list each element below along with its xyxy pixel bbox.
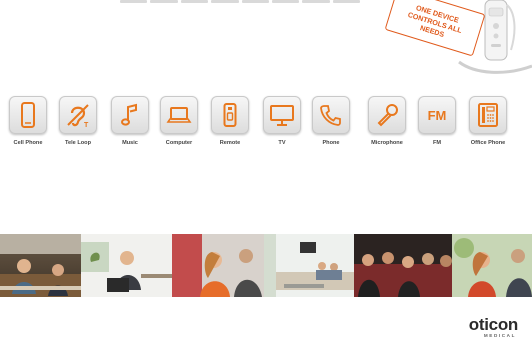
top-cropped-text [120, 0, 360, 4]
tile [263, 96, 301, 134]
svg-text:FM: FM [428, 108, 447, 123]
icon-label: FM [432, 140, 442, 146]
svg-text:T: T [84, 122, 89, 129]
icon-label: Office Phone [470, 140, 506, 146]
icon-item-fm[interactable]: FM FM [409, 96, 465, 146]
microphone-icon [377, 104, 398, 127]
icon-item-cell-phone[interactable]: Cell Phone [0, 96, 56, 146]
tile [111, 96, 149, 134]
tile [160, 96, 198, 134]
cell-phone-icon [21, 102, 35, 128]
logo-main-text: oticon [468, 315, 519, 334]
icon-item-office-phone[interactable]: Office Phone [460, 96, 516, 146]
icon-item-music[interactable]: Music [102, 96, 158, 146]
icon-item-phone[interactable]: Phone [303, 96, 359, 146]
icon-label: TV [278, 140, 286, 146]
audience-photo [354, 234, 452, 297]
icon-label: Microphone [371, 140, 403, 146]
icon-item-remote[interactable]: Remote [202, 96, 258, 146]
music-note-icon [121, 103, 137, 126]
office-photo [81, 234, 172, 297]
tv-icon [270, 105, 294, 126]
tile: FM [418, 96, 456, 134]
fm-icon: FM [428, 108, 447, 123]
icon-item-tv[interactable]: TV [254, 96, 310, 146]
icon-label: Cell Phone [13, 140, 43, 146]
icon-item-computer[interactable]: Computer [151, 96, 207, 146]
tile [9, 96, 47, 134]
tv-viewing-photo [172, 234, 264, 297]
icon-label: Phone [322, 140, 340, 146]
icon-label: Tele Loop [65, 140, 91, 146]
icon-item-microphone[interactable]: Microphone [359, 96, 415, 146]
icon-label: Computer [165, 140, 193, 146]
phone-handset-icon [320, 105, 341, 126]
tile [211, 96, 249, 134]
laptop-icon [166, 107, 192, 123]
classroom-photo [0, 234, 81, 297]
outdoor-conversation-photo [452, 234, 532, 297]
tile [312, 96, 350, 134]
tile [368, 96, 406, 134]
icon-item-tele-loop[interactable]: T Tele Loop [50, 96, 106, 146]
icon-label: Music [122, 140, 138, 146]
oticon-medical-logo: oticon MEDICAL [452, 316, 524, 340]
tele-loop-icon: T [67, 104, 89, 129]
tile [469, 96, 507, 134]
tile: T [59, 96, 97, 134]
photo-strip [0, 234, 532, 297]
connectivity-icon-row: Cell Phone T Tele Loop Music Computer Re… [0, 96, 532, 156]
icon-label: Remote [219, 140, 241, 146]
logo-sub-text: MEDICAL [483, 333, 516, 338]
living-room-photo [264, 234, 354, 297]
office-phone-icon [478, 103, 498, 127]
remote-icon [223, 103, 237, 127]
